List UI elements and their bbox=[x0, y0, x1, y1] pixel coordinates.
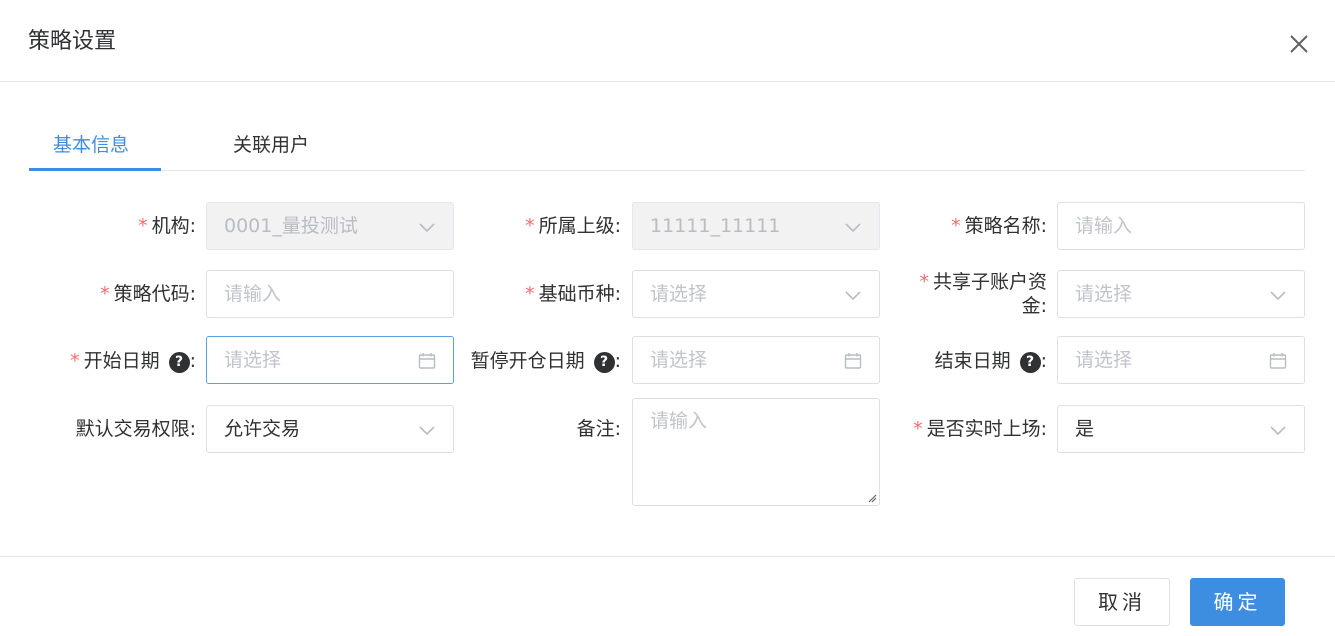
tab-bar: 基本信息 关联用户 bbox=[29, 118, 1305, 171]
required-mark: * bbox=[525, 215, 535, 237]
base-currency-placeholder: 请选择 bbox=[650, 283, 708, 305]
pause-date-label: 暂停开仓日期?: bbox=[470, 350, 621, 373]
required-mark: * bbox=[100, 283, 110, 305]
dialog-header: 策略设置 bbox=[0, 0, 1335, 82]
start-date-label: * 开始日期?: bbox=[70, 350, 196, 373]
strategy-code-label: * 策略代码: bbox=[100, 283, 196, 305]
help-icon[interactable]: ? bbox=[1019, 352, 1041, 373]
parent-label: * 所属上级: bbox=[525, 215, 621, 237]
required-mark: * bbox=[913, 418, 923, 440]
end-date-placeholder: 请选择 bbox=[1075, 349, 1133, 371]
chevron-down-icon bbox=[1270, 291, 1286, 301]
strategy-name-input[interactable]: 请输入 bbox=[1057, 202, 1305, 250]
shared-funds-label: * 共享子账户资 金: bbox=[919, 271, 1047, 317]
confirm-button[interactable]: 确定 bbox=[1190, 578, 1285, 626]
required-mark: * bbox=[138, 215, 148, 237]
dialog-footer-divider bbox=[0, 556, 1335, 557]
required-mark: * bbox=[951, 215, 961, 237]
realtime-select[interactable]: 是 bbox=[1057, 405, 1305, 453]
strategy-name-placeholder: 请输入 bbox=[1075, 215, 1133, 237]
realtime-value: 是 bbox=[1075, 418, 1095, 440]
help-icon[interactable]: ? bbox=[593, 352, 615, 373]
close-icon[interactable] bbox=[1287, 32, 1311, 56]
calendar-icon bbox=[1269, 353, 1287, 369]
strategy-code-placeholder: 请输入 bbox=[224, 283, 282, 305]
shared-funds-placeholder: 请选择 bbox=[1075, 283, 1133, 305]
cancel-button[interactable]: 取消 bbox=[1074, 578, 1170, 626]
remark-textarea[interactable]: 请输入 bbox=[632, 398, 880, 506]
org-label: * 机构: bbox=[138, 215, 196, 237]
required-mark: * bbox=[919, 271, 929, 293]
start-date-placeholder: 请选择 bbox=[224, 349, 282, 371]
trade-permission-label: 默认交易权限: bbox=[75, 418, 196, 440]
active-tab-indicator bbox=[29, 168, 161, 171]
strategy-name-label: * 策略名称: bbox=[951, 215, 1047, 237]
remark-label: 备注: bbox=[576, 418, 621, 440]
remark-placeholder: 请输入 bbox=[650, 410, 708, 432]
required-mark: * bbox=[70, 350, 80, 372]
realtime-label: * 是否实时上场: bbox=[913, 418, 1047, 440]
tab-linked-users[interactable]: 关联用户 bbox=[233, 132, 309, 158]
dialog-title: 策略设置 bbox=[28, 29, 117, 54]
required-mark: * bbox=[525, 283, 535, 305]
help-icon[interactable]: ? bbox=[168, 352, 190, 373]
shared-funds-select[interactable]: 请选择 bbox=[1057, 270, 1305, 318]
pause-date-placeholder: 请选择 bbox=[650, 349, 708, 371]
chevron-down-icon bbox=[1270, 426, 1286, 436]
end-date-label: 结束日期?: bbox=[934, 350, 1047, 373]
tab-basic-info[interactable]: 基本信息 bbox=[53, 132, 129, 158]
end-date-picker[interactable]: 请选择 bbox=[1057, 336, 1305, 384]
trade-permission-value: 允许交易 bbox=[224, 418, 301, 440]
base-currency-label: * 基础币种: bbox=[525, 283, 621, 305]
resize-handle-icon[interactable] bbox=[867, 493, 877, 503]
